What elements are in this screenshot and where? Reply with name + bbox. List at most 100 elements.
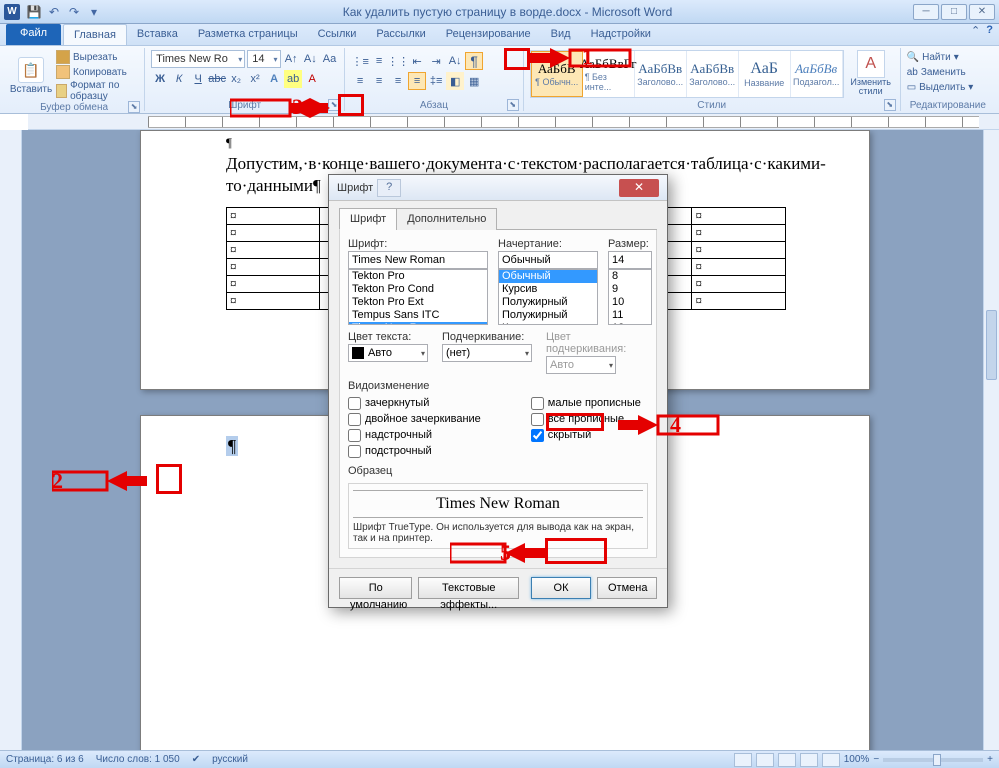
vertical-ruler[interactable] xyxy=(0,130,22,750)
ok-button[interactable]: ОК xyxy=(531,577,591,599)
references-tab[interactable]: Ссылки xyxy=(308,24,367,45)
font-style-list[interactable]: Обычный Курсив Полужирный Полужирный Кур… xyxy=(498,269,598,325)
dialog-close-button[interactable]: ✕ xyxy=(619,179,659,197)
file-tab[interactable]: Файл xyxy=(6,24,61,45)
cancel-button[interactable]: Отмена xyxy=(597,577,657,599)
decrease-indent-button[interactable]: ⇤ xyxy=(408,52,426,70)
font-size-input[interactable] xyxy=(608,251,652,269)
text-effects-button[interactable]: A xyxy=(265,70,283,88)
underline-button[interactable]: Ч xyxy=(189,70,207,88)
word-app-icon: W xyxy=(4,4,20,20)
dialog-tab-advanced[interactable]: Дополнительно xyxy=(396,208,497,230)
horizontal-ruler[interactable] xyxy=(28,114,999,130)
smallcaps-checkbox[interactable]: малые прописные xyxy=(531,395,641,411)
find-button[interactable]: 🔍Найти ▾ xyxy=(907,50,989,65)
change-case-button[interactable]: Aa xyxy=(321,50,338,68)
minimize-button[interactable]: ─ xyxy=(913,4,939,20)
shrink-font-button[interactable]: A↓ xyxy=(302,50,319,68)
sort-button[interactable]: A↓ xyxy=(446,52,464,70)
outline-view[interactable] xyxy=(800,753,818,767)
double-strike-checkbox[interactable]: двойное зачеркивание xyxy=(348,411,481,427)
close-button[interactable]: ✕ xyxy=(969,4,995,20)
highlight-button[interactable]: ab xyxy=(284,70,302,88)
paragraph-launcher[interactable]: ⬊ xyxy=(507,99,519,111)
default-button[interactable]: По умолчанию xyxy=(339,577,412,599)
style-title[interactable]: АаБНазвание xyxy=(739,51,791,97)
redo-icon[interactable]: ↷ xyxy=(66,4,82,20)
fullscreen-view[interactable] xyxy=(756,753,774,767)
page-layout-tab[interactable]: Разметка страницы xyxy=(188,24,308,45)
justify-button[interactable]: ≡ xyxy=(408,72,426,90)
dialog-titlebar[interactable]: Шрифт ? ✕ xyxy=(329,175,667,201)
strikethrough-checkbox[interactable]: зачеркнутый xyxy=(348,395,481,411)
format-painter-button[interactable]: Формат по образцу xyxy=(56,80,138,102)
font-color-button[interactable]: A xyxy=(303,70,321,88)
language-indicator[interactable]: русский xyxy=(212,754,248,765)
ribbon-tabs: Файл Главная Вставка Разметка страницы С… xyxy=(0,24,999,46)
maximize-button[interactable]: □ xyxy=(941,4,967,20)
font-size-combo[interactable]: 14 xyxy=(247,50,280,68)
clipboard-launcher[interactable]: ⬊ xyxy=(128,101,140,113)
page-indicator[interactable]: Страница: 6 из 6 xyxy=(6,754,84,765)
paste-button[interactable]: 📋 Вставить xyxy=(10,50,52,102)
vertical-scrollbar[interactable] xyxy=(983,130,999,750)
numbering-button[interactable]: ≡ xyxy=(370,52,388,70)
mailings-tab[interactable]: Рассылки xyxy=(366,24,435,45)
borders-button[interactable]: ▦ xyxy=(465,72,483,90)
web-layout-view[interactable] xyxy=(778,753,796,767)
save-icon[interactable]: 💾 xyxy=(26,4,42,20)
underline-dropdown[interactable]: (нет) xyxy=(442,344,532,362)
change-styles-button[interactable]: A Изменить стили xyxy=(848,50,894,96)
review-tab[interactable]: Рецензирование xyxy=(436,24,541,45)
draft-view[interactable] xyxy=(822,753,840,767)
print-layout-view[interactable] xyxy=(734,753,752,767)
align-center-button[interactable]: ≡ xyxy=(370,72,388,90)
strikethrough-button[interactable]: abc xyxy=(208,70,226,88)
replace-button[interactable]: abЗаменить xyxy=(907,65,989,80)
dialog-tab-font[interactable]: Шрифт xyxy=(339,208,397,230)
subscript-button[interactable]: x₂ xyxy=(227,70,245,88)
copy-button[interactable]: Копировать xyxy=(56,65,138,79)
style-subtitle[interactable]: АаБбВвПодзагол... xyxy=(791,51,843,97)
undo-icon[interactable]: ↶ xyxy=(46,4,62,20)
zoom-slider[interactable] xyxy=(883,758,983,762)
font-color-dropdown[interactable]: Авто xyxy=(348,344,428,362)
word-count[interactable]: Число слов: 1 050 xyxy=(96,754,180,765)
zoom-level[interactable]: 100% xyxy=(844,754,870,765)
ribbon-minimize-icon[interactable]: ⌃ xyxy=(971,24,980,45)
line-spacing-button[interactable]: ‡≡ xyxy=(427,72,445,90)
font-name-list[interactable]: Tekton Pro Tekton Pro Cond Tekton Pro Ex… xyxy=(348,269,488,325)
multilevel-button[interactable]: ⋮⋮ xyxy=(389,52,407,70)
superscript-checkbox[interactable]: надстрочный xyxy=(348,427,481,443)
grow-font-button[interactable]: A↑ xyxy=(283,50,300,68)
select-button[interactable]: ▭Выделить ▾ xyxy=(907,80,989,95)
style-heading2[interactable]: АаБбВвЗаголово... xyxy=(687,51,739,97)
italic-button[interactable]: К xyxy=(170,70,188,88)
help-icon[interactable]: ? xyxy=(986,24,993,45)
cut-button[interactable]: Вырезать xyxy=(56,50,138,64)
scroll-thumb[interactable] xyxy=(986,310,997,380)
bullets-button[interactable]: ⋮≡ xyxy=(351,52,369,70)
subscript-checkbox[interactable]: подстрочный xyxy=(348,443,481,459)
shading-button[interactable]: ◧ xyxy=(446,72,464,90)
show-hide-paragraph-button[interactable]: ¶ xyxy=(465,52,483,70)
dialog-help-button[interactable]: ? xyxy=(377,179,401,197)
text-effects-button-dialog[interactable]: Текстовые эффекты... xyxy=(418,577,519,599)
zoom-in[interactable]: + xyxy=(987,754,993,765)
superscript-button[interactable]: x² xyxy=(246,70,264,88)
align-left-button[interactable]: ≡ xyxy=(351,72,369,90)
zoom-out[interactable]: − xyxy=(873,754,879,765)
insert-tab[interactable]: Вставка xyxy=(127,24,188,45)
font-size-list[interactable]: 8 9 10 11 12 xyxy=(608,269,652,325)
increase-indent-button[interactable]: ⇥ xyxy=(427,52,445,70)
bold-button[interactable]: Ж xyxy=(151,70,169,88)
align-right-button[interactable]: ≡ xyxy=(389,72,407,90)
font-style-input[interactable] xyxy=(498,251,598,269)
qat-more-icon[interactable]: ▾ xyxy=(86,4,102,20)
font-name-input[interactable] xyxy=(348,251,488,269)
font-name-combo[interactable]: Times New Ro xyxy=(151,50,245,68)
styles-launcher[interactable]: ⬊ xyxy=(884,99,896,111)
home-tab[interactable]: Главная xyxy=(63,24,127,45)
style-heading1[interactable]: АаБбВвЗаголово... xyxy=(635,51,687,97)
spell-check-icon[interactable]: ✔ xyxy=(192,754,200,765)
